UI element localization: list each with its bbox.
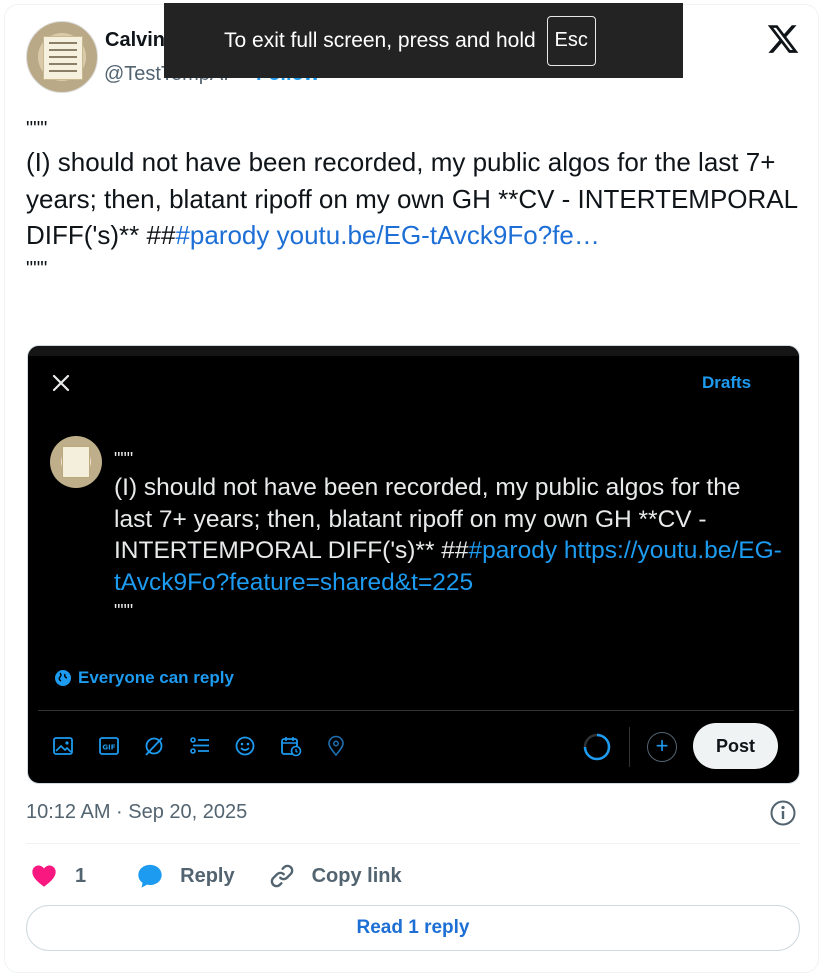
info-icon[interactable]: [769, 799, 797, 827]
composer-open-quote: """: [114, 449, 134, 469]
copy-link-button[interactable]: Copy link: [268, 862, 402, 890]
reply-button[interactable]: Reply: [136, 862, 235, 890]
composer-hashtag: #parody: [468, 537, 558, 564]
speech-bubble-icon: [138, 864, 162, 888]
composer-divider: [38, 710, 794, 711]
tweet-close-quote: """: [26, 257, 48, 280]
svg-text:GIF: GIF: [102, 744, 115, 752]
composer-close-quote: """: [114, 601, 134, 621]
add-post-icon: +: [647, 732, 677, 762]
character-progress-icon: [583, 733, 611, 761]
composer-toolbar: GIF: [52, 734, 371, 758]
location-icon: [328, 735, 344, 757]
heart-icon: [32, 865, 56, 887]
esc-key: Esc: [546, 15, 596, 66]
tweet-media-image[interactable]: Drafts """ (I) should not have been reco…: [27, 345, 800, 784]
tweet-text: """ (I) should not have been recorded, m…: [26, 114, 806, 284]
link-icon: [270, 864, 293, 888]
tweet-open-quote: """: [26, 118, 48, 140]
like-button[interactable]: 1: [30, 862, 86, 890]
fullscreen-message: To exit full screen, press and hold: [224, 28, 536, 52]
reply-setting-label: Everyone can reply: [78, 668, 234, 687]
grok-icon: [145, 737, 163, 756]
tweet-timestamp[interactable]: 10:12 AM · Sep 20, 2025: [26, 801, 247, 824]
gif-icon: GIF: [98, 737, 119, 755]
reply-setting: Everyone can reply: [54, 668, 234, 688]
poll-icon: [189, 737, 209, 754]
like-count: 1: [75, 864, 87, 887]
fullscreen-notice: To exit full screen, press and hold Esc: [164, 3, 683, 78]
hashtag-link[interactable]: #parody: [175, 220, 269, 250]
toolbar-separator: [629, 727, 630, 767]
author-avatar[interactable]: [26, 21, 98, 93]
close-icon: [52, 374, 70, 392]
post-button: Post: [693, 723, 778, 769]
author-name[interactable]: Calvin: [105, 29, 165, 52]
composer-text: """ (I) should not have been recorded, m…: [114, 446, 784, 624]
divider: [26, 843, 800, 844]
schedule-icon: [280, 737, 301, 757]
action-bar: 1 Reply Copy link: [30, 858, 402, 894]
globe-icon: [55, 670, 71, 686]
copy-link-label: Copy link: [311, 864, 402, 887]
reply-label: Reply: [180, 864, 235, 887]
x-logo-icon[interactable]: [766, 22, 800, 56]
youtube-link[interactable]: youtu.be/EG-tAvck9Fo?fe…: [277, 220, 600, 250]
drafts-label: Drafts: [702, 373, 752, 392]
composer-avatar: [50, 436, 102, 488]
image-icon: [53, 737, 73, 755]
emoji-icon: [235, 736, 255, 756]
read-replies-button[interactable]: Read 1 reply: [26, 905, 800, 951]
